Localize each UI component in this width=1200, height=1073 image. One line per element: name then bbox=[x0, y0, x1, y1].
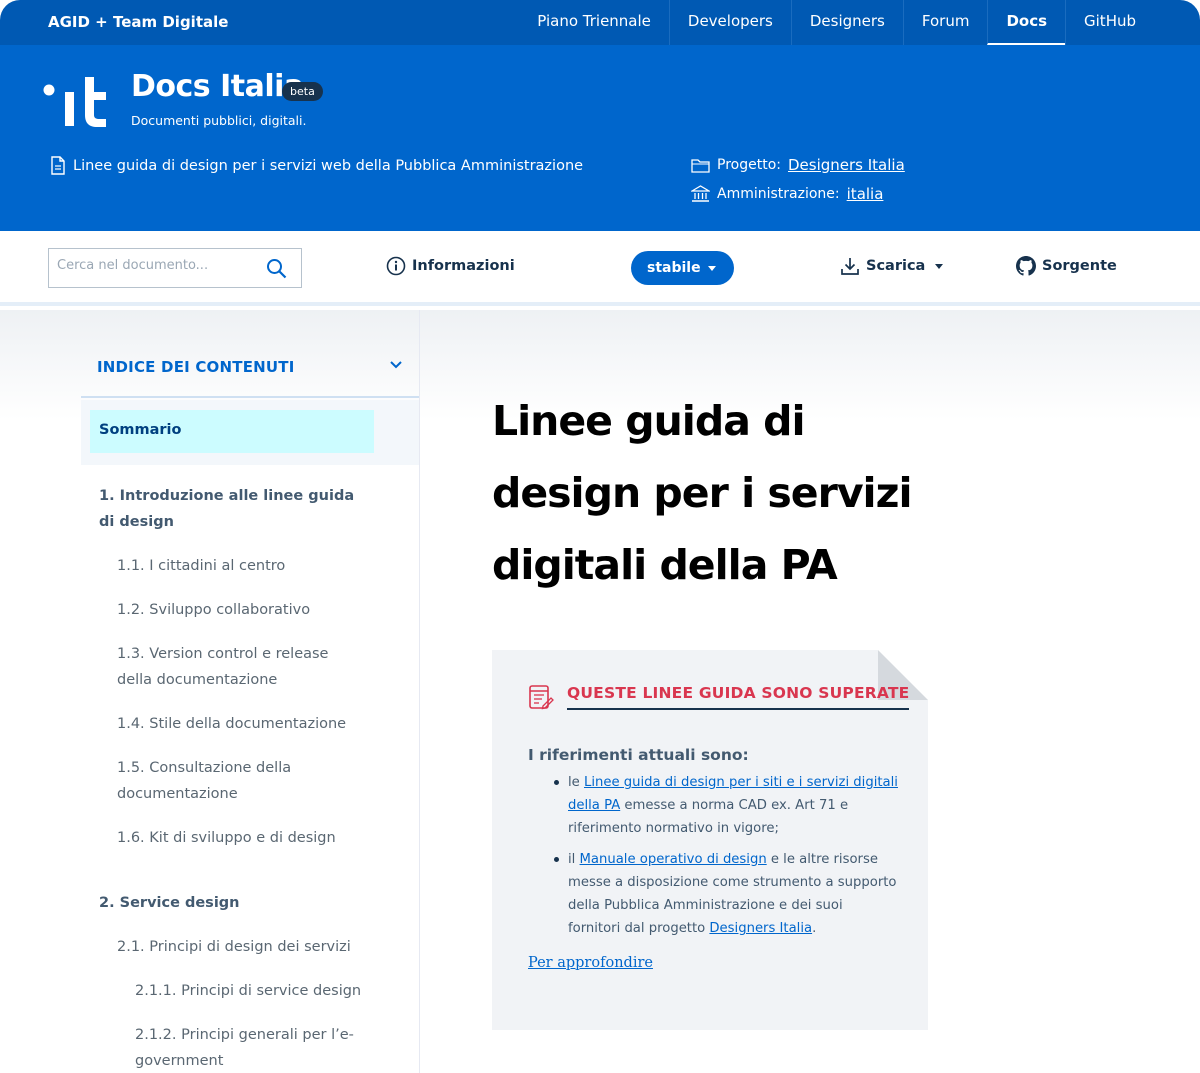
document-icon bbox=[51, 156, 65, 175]
beta-badge: beta bbox=[282, 82, 323, 101]
document-title-line: Linee guida di design per i servizi web … bbox=[50, 156, 583, 175]
nav-forum[interactable]: Forum bbox=[902, 0, 988, 45]
info-icon bbox=[386, 256, 406, 276]
toc-item[interactable]: 1.3. Version control e release della doc… bbox=[117, 641, 367, 693]
notice-lead: I riferimenti attuali sono: bbox=[528, 746, 749, 764]
chevron-down-icon[interactable] bbox=[389, 360, 403, 370]
deprecation-notice: QUESTE LINEE GUIDA SONO SUPERATE I rifer… bbox=[492, 650, 928, 1030]
download-dropdown[interactable]: Scarica bbox=[840, 256, 944, 276]
info-label: Informazioni bbox=[412, 258, 515, 274]
document-toolbar: Informazioni stabile Scarica Sorgente bbox=[0, 231, 1200, 306]
brand-title[interactable]: Docs Italia bbox=[131, 69, 304, 104]
list-item: le Linee guida di design per i siti e i … bbox=[554, 771, 898, 840]
toc-item[interactable]: 2.1. Principi di design dei servizi bbox=[117, 934, 367, 960]
institution-icon bbox=[691, 185, 710, 202]
toc-item-sommario[interactable]: Sommario bbox=[90, 410, 374, 453]
notice-list: le Linee guida di design per i siti e i … bbox=[554, 771, 898, 948]
item-text: le bbox=[568, 775, 584, 790]
item-text: il bbox=[568, 852, 580, 867]
toc-item[interactable]: 2. Service design bbox=[99, 890, 359, 916]
search-input[interactable] bbox=[57, 258, 257, 273]
toc-header[interactable]: INDICE DEI CONTENUTI bbox=[81, 310, 419, 398]
folder-icon bbox=[691, 158, 710, 173]
top-bar: AGID + Team Digitale Piano Triennale Dev… bbox=[0, 0, 1200, 45]
download-icon bbox=[841, 258, 859, 275]
toc-item[interactable]: 2.1.1. Principi di service design bbox=[135, 978, 365, 1004]
toc-title: INDICE DEI CONTENUTI bbox=[97, 358, 295, 376]
brand-subtitle: Documenti pubblici, digitali. bbox=[131, 113, 307, 128]
notice-title: QUESTE LINEE GUIDA SONO SUPERATE bbox=[567, 684, 910, 710]
learn-more-link[interactable]: Per approfondire bbox=[528, 955, 653, 971]
notice-header: QUESTE LINEE GUIDA SONO SUPERATE bbox=[528, 684, 910, 710]
document-title: Linee guida di design per i servizi web … bbox=[73, 157, 584, 174]
source-link[interactable]: Sorgente bbox=[1016, 256, 1117, 276]
site-header: Docs Italia beta Documenti pubblici, dig… bbox=[0, 45, 1200, 231]
toc-item[interactable]: 1.2. Sviluppo collaborativo bbox=[117, 597, 367, 623]
designers-italia-link[interactable]: Designers Italia bbox=[709, 921, 812, 936]
nav-developers[interactable]: Developers bbox=[668, 0, 791, 45]
page-frame: AGID + Team Digitale Piano Triennale Dev… bbox=[0, 0, 1200, 1073]
admin-link[interactable]: italia bbox=[847, 185, 884, 203]
github-icon bbox=[1016, 256, 1036, 276]
nav-designers[interactable]: Designers bbox=[790, 0, 903, 45]
org-name[interactable]: AGID + Team Digitale bbox=[48, 13, 228, 31]
search-box bbox=[48, 248, 302, 288]
project-link[interactable]: Designers Italia bbox=[788, 156, 905, 174]
toc-item[interactable]: 1. Introduzione alle linee guida di desi… bbox=[99, 483, 359, 535]
toc-active-wrap: Sommario bbox=[81, 400, 419, 465]
top-nav: Piano Triennale Developers Designers For… bbox=[519, 0, 1200, 45]
version-label: stabile bbox=[647, 260, 701, 276]
nav-github[interactable]: GitHub bbox=[1065, 0, 1200, 45]
nav-docs[interactable]: Docs bbox=[987, 0, 1066, 45]
table-of-contents: INDICE DEI CONTENUTI Sommario 1. Introdu… bbox=[81, 310, 420, 1073]
search-icon[interactable] bbox=[266, 258, 287, 279]
page-title: Linee guida di design per i servizi digi… bbox=[492, 397, 913, 589]
download-label: Scarica bbox=[866, 258, 926, 274]
toc-item[interactable]: 1.6. Kit di sviluppo e di design bbox=[117, 825, 367, 851]
toc-item[interactable]: 1.1. I cittadini al centro bbox=[117, 553, 367, 579]
notice-document-icon bbox=[529, 685, 554, 710]
toc-item[interactable]: 2.1.2. Principi generali per l’e-governm… bbox=[135, 1022, 365, 1073]
caret-down-icon bbox=[707, 265, 716, 271]
toc-item[interactable]: 1.5. Consultazione della documentazione bbox=[117, 755, 367, 807]
nav-piano-triennale[interactable]: Piano Triennale bbox=[519, 0, 669, 45]
list-item: il Manuale operativo di design e le altr… bbox=[554, 848, 898, 940]
toc-item[interactable]: 1.4. Stile della documentazione bbox=[117, 711, 367, 737]
project-label: Progetto: bbox=[717, 157, 781, 173]
source-label: Sorgente bbox=[1042, 258, 1117, 274]
project-meta: Progetto: Designers Italia bbox=[691, 156, 905, 174]
it-logo[interactable] bbox=[40, 72, 112, 128]
item-text: . bbox=[812, 921, 817, 936]
info-button[interactable]: Informazioni bbox=[386, 256, 515, 276]
manual-link[interactable]: Manuale operativo di design bbox=[580, 852, 767, 867]
version-dropdown[interactable]: stabile bbox=[631, 251, 734, 285]
caret-down-icon bbox=[935, 263, 944, 269]
admin-meta: Amministrazione: italia bbox=[691, 185, 883, 203]
admin-label: Amministrazione: bbox=[717, 186, 840, 202]
